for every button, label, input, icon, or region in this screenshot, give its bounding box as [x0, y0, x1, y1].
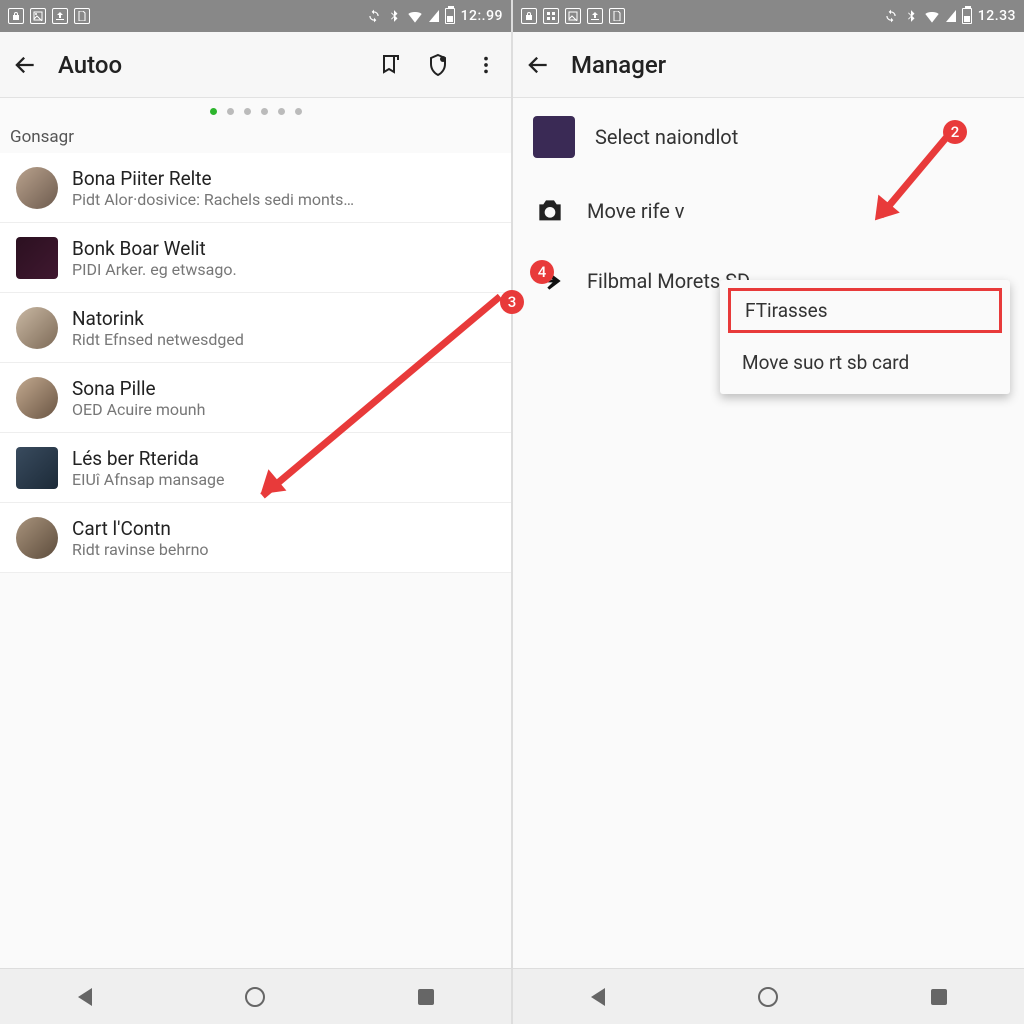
annotation-badge-3: 3 [500, 290, 524, 314]
shield-icon[interactable] [423, 50, 453, 80]
item-sub: PIDI Arker. eg etwsago. [72, 260, 495, 279]
list-item[interactable]: Bona Piiter Relte Pidt Alor·dosivice: Ra… [0, 153, 511, 223]
status-time: 12:.99 [461, 8, 503, 24]
annotation-badge-4: 4 [530, 260, 554, 284]
content-left: Gonsagr Bona Piiter Relte Pidt Alor·dosi… [0, 98, 511, 968]
dot-2 [227, 108, 234, 115]
nav-recent[interactable] [398, 977, 454, 1017]
lock-icon [521, 8, 537, 24]
dot-4 [261, 108, 268, 115]
context-menu: FTirasses Move suo rt sb card [720, 280, 1010, 394]
apps-icon [543, 8, 559, 24]
section-label: Gonsagr [0, 119, 511, 153]
image-icon [30, 8, 46, 24]
wifi-icon [924, 9, 940, 23]
item-title: Natorink [72, 307, 495, 330]
dot-1 [210, 108, 217, 115]
thumbnail [533, 116, 575, 158]
sync-icon [884, 9, 898, 23]
battery-icon [445, 8, 455, 24]
menu-label: Select naiondlot [595, 125, 738, 149]
list-item[interactable]: Lés ber Rterida EIUî Afnsap mansage [0, 433, 511, 503]
nav-bar [0, 968, 511, 1024]
signal-icon [946, 10, 956, 22]
nav-home[interactable] [227, 977, 283, 1017]
page-title: Manager [571, 51, 1014, 79]
contact-list: Bona Piiter Relte Pidt Alor·dosivice: Ra… [0, 153, 511, 573]
list-item[interactable]: Sona Pille OED Acuire mounh [0, 363, 511, 433]
lock-icon [8, 8, 24, 24]
nav-back[interactable] [570, 977, 626, 1017]
nav-recent[interactable] [911, 977, 967, 1017]
page-title: Autoo [58, 51, 357, 79]
item-title: Bonk Boar Welit [72, 237, 495, 260]
app-bar: Autoo [0, 32, 511, 98]
battery-icon [962, 8, 972, 24]
phone-right: 12.33 Manager Select naiondlot Move rife… [513, 0, 1024, 1024]
status-time: 12.33 [978, 8, 1016, 24]
wifi-icon [407, 9, 423, 23]
context-item-move-sd[interactable]: Move suo rt sb card [720, 337, 1010, 388]
back-icon[interactable] [10, 50, 40, 80]
upload-icon [52, 8, 68, 24]
dot-5 [278, 108, 285, 115]
avatar [16, 517, 58, 559]
item-title: Lés ber Rterida [72, 447, 495, 470]
avatar [16, 167, 58, 209]
item-sub: Ridt ravinse behrno [72, 540, 495, 559]
item-sub: OED Acuire mounh [72, 400, 495, 419]
context-item-ftrasses[interactable]: FTirasses [728, 288, 1002, 333]
menu-label: Move rife v [587, 199, 684, 223]
menu-item-move[interactable]: Move rife v [513, 176, 1024, 246]
image-icon [565, 8, 581, 24]
avatar [16, 377, 58, 419]
app-bar: Manager [513, 32, 1024, 98]
context-item-label: FTirasses [745, 299, 828, 322]
content-right: Select naiondlot Move rife v Filbmal Mor… [513, 98, 1024, 968]
sim-icon [74, 8, 90, 24]
nav-back[interactable] [57, 977, 113, 1017]
status-bar: 12.33 [513, 0, 1024, 32]
item-title: Cart l'Contn [72, 517, 495, 540]
bluetooth-icon [904, 9, 918, 23]
dot-3 [244, 108, 251, 115]
item-title: Sona Pille [72, 377, 495, 400]
phone-left: 12:.99 Autoo Gonsagr [0, 0, 511, 1024]
avatar [16, 307, 58, 349]
context-item-label: Move suo rt sb card [742, 351, 909, 374]
page-indicator [0, 98, 511, 119]
thumbnail [16, 237, 58, 279]
nav-home[interactable] [740, 977, 796, 1017]
thumbnail [16, 447, 58, 489]
upload-icon [587, 8, 603, 24]
nav-bar [513, 968, 1024, 1024]
dot-6 [295, 108, 302, 115]
bluetooth-icon [387, 9, 401, 23]
camera-icon [533, 194, 567, 228]
sim-icon [609, 8, 625, 24]
list-item[interactable]: Bonk Boar Welit PIDI Arker. eg etwsago. [0, 223, 511, 293]
bookmark-icon[interactable] [375, 50, 405, 80]
list-item[interactable]: Cart l'Contn Ridt ravinse behrno [0, 503, 511, 573]
item-title: Bona Piiter Relte [72, 167, 495, 190]
more-icon[interactable] [471, 50, 501, 80]
item-sub: Ridt Efnsed netwesdged [72, 330, 495, 349]
item-sub: Pidt Alor·dosivice: Rachels sedi monts… [72, 190, 495, 209]
sync-icon [367, 9, 381, 23]
back-icon[interactable] [523, 50, 553, 80]
status-bar: 12:.99 [0, 0, 511, 32]
signal-icon [429, 10, 439, 22]
annotation-badge-2: 2 [943, 120, 967, 144]
